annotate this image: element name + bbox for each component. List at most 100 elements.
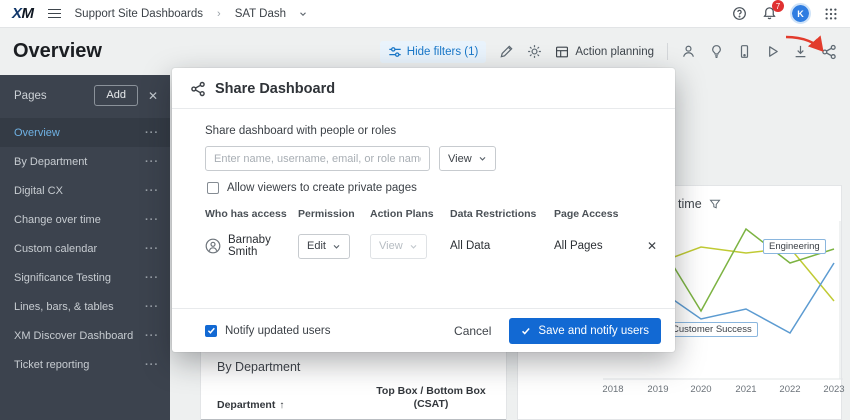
sidebar-item-overview[interactable]: Overview ···	[0, 118, 170, 147]
action-plans-dropdown: View	[370, 234, 427, 259]
col-action-plans: Action Plans	[370, 208, 450, 220]
modal-title: Share Dashboard	[215, 81, 335, 97]
hamburger-menu-icon[interactable]	[46, 7, 63, 21]
sidebar-item-label: Change over time	[14, 214, 101, 226]
item-overflow-icon[interactable]: ···	[145, 185, 159, 197]
xm-logo: XM	[12, 5, 34, 22]
sidebar-item-change-over-time[interactable]: Change over time ···	[0, 205, 170, 234]
sidebar-item-label: Digital CX	[14, 185, 63, 197]
share-icon	[190, 81, 206, 97]
legend-chip-customer-success[interactable]: Customer Success	[666, 322, 758, 337]
breadcrumb-current[interactable]: SAT Dash	[235, 8, 286, 20]
lightbulb-icon[interactable]	[709, 44, 724, 59]
share-with-label: Share dashboard with people or roles	[205, 125, 661, 137]
play-icon[interactable]	[765, 44, 780, 59]
sidebar-item-label: Overview	[14, 127, 60, 139]
item-overflow-icon[interactable]: ···	[145, 243, 159, 255]
user-name: Barnaby Smith	[228, 234, 298, 258]
item-overflow-icon[interactable]: ···	[145, 272, 159, 284]
sidebar-item-digital-cx[interactable]: Digital CX ···	[0, 176, 170, 205]
col-who-has-access: Who has access	[205, 208, 298, 220]
department-column-header[interactable]: Department ↑	[217, 399, 284, 411]
sort-ascending-icon: ↑	[279, 400, 284, 411]
person-avatar-icon	[205, 238, 221, 254]
item-overflow-icon[interactable]: ···	[145, 127, 159, 139]
permission-view-dropdown[interactable]: View	[439, 146, 496, 171]
breadcrumb-section[interactable]: Support Site Dashboards	[75, 8, 204, 20]
user-session-icon[interactable]	[681, 44, 696, 59]
by-department-widget: By Department Department ↑ Top Box / Bot…	[200, 348, 507, 420]
col-data-restrictions: Data Restrictions	[450, 208, 554, 220]
dashboard-toolbar: Hide filters (1) Action planning	[380, 41, 837, 63]
sidebar-item-label: Lines, bars, & tables	[14, 301, 114, 313]
widget-filter-funnel-icon[interactable]	[709, 198, 721, 210]
page-access-value[interactable]: All Pages	[554, 240, 646, 252]
sidebar-item-custom-calendar[interactable]: Custom calendar ···	[0, 234, 170, 263]
x-axis-tick: 2019	[645, 384, 671, 395]
item-overflow-icon[interactable]: ···	[145, 359, 159, 371]
widget-title: By Department	[201, 349, 506, 383]
save-and-notify-button[interactable]: Save and notify users	[509, 318, 661, 344]
sidebar-item-label: Custom calendar	[14, 243, 97, 255]
page-title: Overview	[13, 40, 102, 63]
x-axis-tick: 2021	[733, 384, 759, 395]
remove-user-icon[interactable]: ✕	[647, 239, 657, 253]
settings-gear-icon[interactable]	[527, 44, 542, 59]
sidebar-item-label: Significance Testing	[14, 272, 111, 284]
help-icon[interactable]	[732, 6, 747, 21]
sidebar-item-label: By Department	[14, 156, 87, 168]
cancel-button[interactable]: Cancel	[454, 324, 491, 338]
pages-list: Overview ··· By Department ··· Digital C…	[0, 118, 170, 379]
sidebar-item-label: XM Discover Dashboard	[14, 330, 133, 342]
data-restrictions-value[interactable]: All Data	[450, 240, 554, 252]
item-overflow-icon[interactable]: ···	[145, 301, 159, 313]
notification-badge: 7	[772, 0, 784, 12]
x-axis-tick: 2023	[821, 384, 847, 395]
col-page-access: Page Access	[554, 208, 646, 220]
share-dashboard-modal: Share Dashboard Share dashboard with peo…	[172, 68, 675, 352]
share-user-input[interactable]	[205, 146, 430, 171]
add-page-button[interactable]: Add	[94, 85, 138, 106]
download-icon[interactable]	[793, 44, 808, 59]
sidebar-title: Pages	[14, 90, 94, 102]
filter-tune-icon	[388, 45, 402, 59]
mobile-preview-icon[interactable]	[737, 44, 752, 59]
app-grid-icon[interactable]	[824, 7, 838, 21]
x-axis-tick: 2018	[600, 384, 626, 395]
sidebar-item-lines-bars-tables[interactable]: Lines, bars, & tables ···	[0, 292, 170, 321]
allow-private-pages-label: Allow viewers to create private pages	[227, 182, 417, 194]
item-overflow-icon[interactable]: ···	[145, 214, 159, 226]
action-planning-button[interactable]: Action planning	[555, 45, 654, 59]
item-overflow-icon[interactable]: ···	[145, 330, 159, 342]
top-navigation-bar: XM Support Site Dashboards › SAT Dash 7 …	[0, 0, 850, 28]
x-axis-labels: 2018 2019 2020 2021 2022 2023	[518, 384, 843, 398]
access-table-row: Barnaby Smith Edit View All Data All Pag…	[205, 228, 661, 264]
sidebar-item-significance-testing[interactable]: Significance Testing ···	[0, 263, 170, 292]
notify-users-label: Notify updated users	[225, 325, 330, 337]
user-avatar[interactable]: K	[792, 5, 809, 22]
hide-filters-button[interactable]: Hide filters (1)	[380, 41, 487, 63]
access-table-header: Who has access Permission Action Plans D…	[205, 208, 661, 220]
pages-sidebar: Pages Add ✕ Overview ··· By Department ·…	[0, 75, 170, 420]
col-permission: Permission	[298, 208, 370, 220]
x-axis-tick: 2022	[777, 384, 803, 395]
permission-dropdown[interactable]: Edit	[298, 234, 350, 259]
sidebar-item-label: Ticket reporting	[14, 359, 89, 371]
item-overflow-icon[interactable]: ···	[145, 156, 159, 168]
legend-chip-engineering[interactable]: Engineering	[763, 239, 826, 254]
sidebar-item-by-department[interactable]: By Department ···	[0, 147, 170, 176]
close-sidebar-icon[interactable]: ✕	[148, 89, 158, 103]
csat-column-header[interactable]: Top Box / Bottom Box (CSAT)	[372, 385, 490, 411]
allow-private-pages-checkbox[interactable]	[207, 182, 219, 194]
sidebar-item-xm-discover-dashboard[interactable]: XM Discover Dashboard ···	[0, 321, 170, 350]
notifications-bell-icon[interactable]: 7	[762, 6, 777, 21]
action-planning-icon	[555, 45, 569, 59]
toolbar-divider	[667, 43, 668, 60]
edit-pencil-icon[interactable]	[499, 44, 514, 59]
chevron-down-icon[interactable]	[298, 9, 308, 19]
notify-users-checkbox[interactable]	[205, 325, 217, 337]
sidebar-item-ticket-reporting[interactable]: Ticket reporting ···	[0, 350, 170, 379]
breadcrumb-separator: ›	[217, 8, 221, 20]
x-axis-tick: 2020	[688, 384, 714, 395]
share-icon[interactable]	[821, 44, 837, 60]
